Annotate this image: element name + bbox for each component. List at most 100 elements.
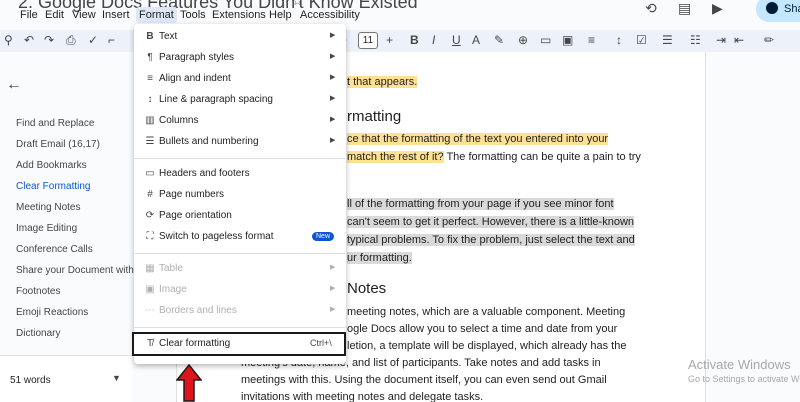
image-icon: ▣ bbox=[145, 284, 155, 295]
outline-item[interactable]: Share your Document with o bbox=[16, 265, 136, 276]
red-up-arrow-icon bbox=[176, 364, 202, 402]
bold-icon[interactable]: B bbox=[410, 33, 419, 47]
menu-item-label: Borders and lines bbox=[159, 305, 237, 316]
menu-item-line-spacing[interactable]: ↕ Line & paragraph spacing ▶ bbox=[134, 90, 346, 111]
chevron-right-icon: ▶ bbox=[330, 264, 336, 271]
word-count-label: 51 words bbox=[10, 375, 51, 386]
increase-font-icon[interactable]: + bbox=[386, 33, 393, 47]
word-count-widget[interactable]: 51 words ▼ bbox=[0, 355, 132, 402]
menu-accessibility[interactable]: Accessibility bbox=[297, 7, 363, 23]
outdent-icon[interactable]: ⇤ bbox=[734, 33, 744, 47]
selected-text: can't seem to get it perfect. However, t… bbox=[347, 216, 635, 228]
hash-icon: # bbox=[147, 189, 153, 200]
outline-item[interactable]: Footnotes bbox=[16, 286, 136, 297]
doc-line: meeting notes, which are a valuable comp… bbox=[347, 306, 626, 318]
spellcheck-icon[interactable]: ✓ bbox=[88, 33, 98, 47]
insert-link-icon[interactable]: ⊕ bbox=[518, 33, 528, 47]
menu-item-page-numbers[interactable]: # Page numbers bbox=[134, 185, 346, 206]
menu-item-label: Align and indent bbox=[159, 73, 231, 84]
columns-icon: ▥ bbox=[145, 115, 155, 126]
outline-item[interactable]: Image Editing bbox=[16, 223, 136, 234]
outline-item[interactable]: Dictionary bbox=[16, 328, 136, 339]
outline-item-active[interactable]: Clear Formatting bbox=[16, 181, 136, 192]
bulleted-list-icon[interactable]: ☰ bbox=[662, 33, 673, 47]
menu-item-paragraph-styles[interactable]: ¶ Paragraph styles ▶ bbox=[134, 48, 346, 69]
menu-item-bullets[interactable]: ☰ Bullets and numbering ▶ bbox=[134, 132, 346, 153]
checklist-icon[interactable]: ☑ bbox=[636, 33, 647, 47]
comment-icon[interactable]: ▤ bbox=[678, 0, 691, 17]
chevron-right-icon: ▶ bbox=[330, 137, 336, 144]
chevron-down-icon[interactable]: ▼ bbox=[112, 373, 121, 383]
outline-item[interactable]: Find and Replace bbox=[16, 118, 136, 129]
outline-item[interactable]: Conference Calls bbox=[16, 244, 136, 255]
font-size-input[interactable]: 11 bbox=[358, 32, 378, 49]
back-arrow-icon[interactable]: ← bbox=[6, 76, 22, 94]
menu-item-label: Page numbers bbox=[159, 189, 225, 200]
menu-item-label: Table bbox=[159, 263, 183, 274]
outline-item[interactable]: Draft Email (16,17) bbox=[16, 139, 136, 150]
italic-icon[interactable]: I bbox=[432, 33, 435, 47]
share-button[interactable]: Sha bbox=[756, 0, 800, 22]
underline-icon[interactable]: U bbox=[452, 33, 461, 47]
chevron-right-icon: ▶ bbox=[330, 285, 336, 292]
doc-line: ogle Docs allow you to select a time and… bbox=[347, 323, 618, 335]
highlight-icon[interactable]: ✎ bbox=[494, 33, 504, 47]
menu-item-align-indent[interactable]: ≡ Align and indent ▶ bbox=[134, 69, 346, 90]
undo-icon[interactable]: ↶ bbox=[24, 33, 34, 47]
indent-icon[interactable]: ⇥ bbox=[716, 33, 726, 47]
print-icon[interactable]: ⎙ bbox=[66, 33, 76, 48]
share-label: Sha bbox=[784, 3, 800, 15]
redo-icon[interactable]: ↷ bbox=[44, 33, 54, 47]
doc-heading: rmatting bbox=[347, 108, 402, 125]
menu-item-label: Columns bbox=[159, 115, 199, 126]
outline-item[interactable]: Meeting Notes bbox=[16, 202, 136, 213]
outline-item[interactable]: Add Bookmarks bbox=[16, 160, 136, 171]
doc-line: letion, a template will be displayed, wh… bbox=[347, 340, 627, 352]
highlighted-text: ce that the formatting of the text you e… bbox=[347, 133, 609, 145]
menu-item-label: Bullets and numbering bbox=[159, 136, 259, 147]
menu-item-columns[interactable]: ▥ Columns ▶ bbox=[134, 111, 346, 132]
menu-item-image: ▣ Image ▶ bbox=[134, 280, 346, 301]
meet-icon[interactable]: ▶ bbox=[712, 0, 723, 17]
doc-line: invitations with meeting notes and deleg… bbox=[241, 391, 484, 402]
menu-tools[interactable]: Tools bbox=[177, 7, 209, 23]
selected-text: ll of the formatting from your page if y… bbox=[347, 198, 614, 210]
menu-item-pageless[interactable]: ⛶ Switch to pageless format New bbox=[134, 227, 346, 248]
menu-item-label: Switch to pageless format bbox=[159, 231, 274, 242]
annotation-highlight-box bbox=[132, 332, 346, 356]
doc-line: ce that the formatting of the text you e… bbox=[347, 132, 609, 146]
bulleted-list-icon: ☰ bbox=[145, 136, 155, 147]
menu-insert[interactable]: Insert bbox=[99, 7, 133, 23]
title-bar: 2. Google Docs Features You Didn't Know … bbox=[0, 0, 800, 28]
add-comment-icon[interactable]: ▭ bbox=[540, 33, 551, 47]
menu-item-label: Paragraph styles bbox=[159, 52, 235, 63]
menu-item-headers-footers[interactable]: ▭ Headers and footers bbox=[134, 164, 346, 185]
editing-mode-icon[interactable]: ✏ bbox=[764, 33, 774, 47]
search-menus-icon[interactable]: ⚲ bbox=[4, 33, 13, 47]
history-icon[interactable]: ⟲ bbox=[645, 0, 657, 17]
menu-item-label: Page orientation bbox=[159, 210, 232, 221]
text-color-icon[interactable]: A bbox=[472, 33, 480, 47]
menu-file[interactable]: File bbox=[17, 7, 41, 23]
insert-image-icon[interactable]: ▣ bbox=[562, 33, 573, 47]
bold-icon: B bbox=[146, 31, 154, 42]
menu-format[interactable]: Format bbox=[136, 7, 177, 23]
new-badge: New bbox=[312, 232, 335, 241]
line-spacing-icon: ↕ bbox=[147, 94, 153, 105]
activate-windows-subtitle: Go to Settings to activate Windows. bbox=[688, 374, 800, 384]
menu-extensions[interactable]: Extensions bbox=[209, 7, 269, 23]
document-outline-panel: ← Find and Replace Draft Email (16,17) A… bbox=[0, 70, 138, 402]
outline-item[interactable]: Emoji Reactions bbox=[16, 307, 136, 318]
doc-line: ll of the formatting from your page if y… bbox=[347, 197, 614, 211]
line-spacing-icon[interactable]: ↕ bbox=[616, 33, 622, 47]
numbered-list-icon[interactable]: ☷ bbox=[690, 33, 701, 47]
menu-edit[interactable]: Edit bbox=[42, 7, 67, 23]
menu-help[interactable]: Help bbox=[266, 7, 295, 23]
menu-item-text[interactable]: B Text ▶ bbox=[134, 27, 346, 48]
paint-format-icon[interactable]: ⌐ bbox=[108, 33, 115, 47]
align-icon[interactable]: ≡ bbox=[588, 33, 595, 47]
menu-item-page-orientation[interactable]: ⟳ Page orientation bbox=[134, 206, 346, 227]
menu-view[interactable]: View bbox=[69, 7, 99, 23]
toolbar: ⚲ ↶ ↷ ⎙ ✓ ⌐ − 11 + B I U A ✎ ⊕ ▭ ▣ ≡ ↕ ☑… bbox=[0, 30, 800, 52]
menu-item-label: Line & paragraph spacing bbox=[159, 94, 273, 105]
